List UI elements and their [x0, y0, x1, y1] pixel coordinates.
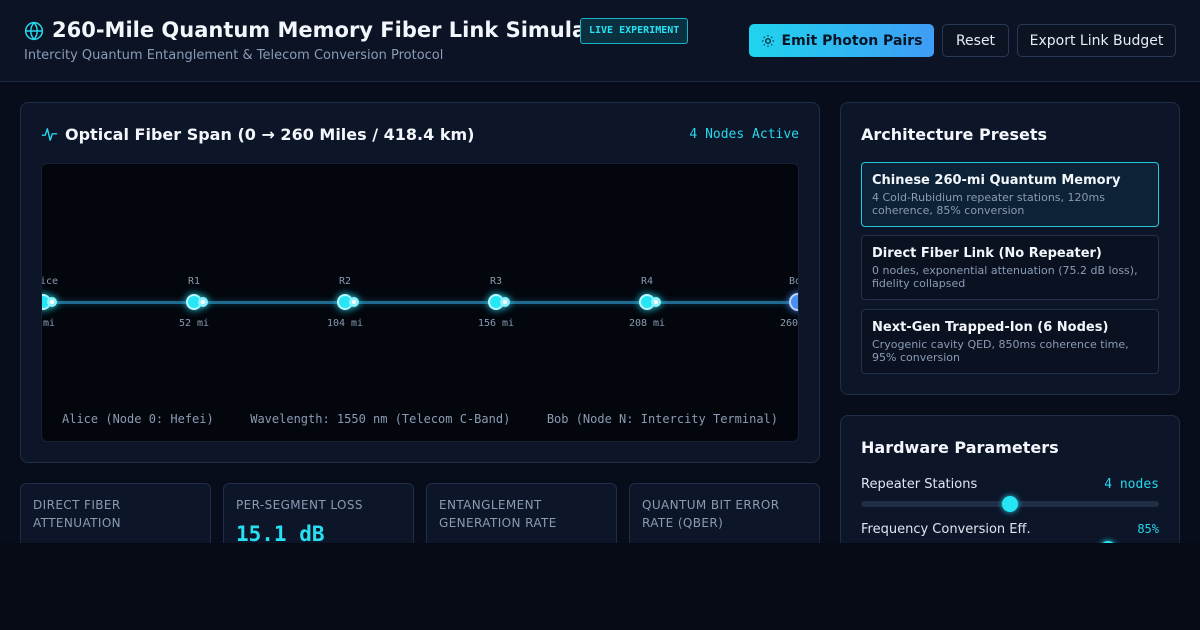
hardware-title: Hardware Parameters — [861, 438, 1059, 457]
page-subtitle: Intercity Quantum Entanglement & Telecom… — [24, 48, 444, 63]
stat-label: QUANTUM BIT ERROR RATE (QBER) — [642, 498, 780, 530]
preset-direct-fiber-link[interactable]: Direct Fiber Link (No Repeater) 0 nodes,… — [861, 235, 1159, 300]
fiber-span-title: Optical Fiber Span (0 → 260 Miles / 418.… — [65, 125, 475, 144]
app-viewport: 260-Mile Quantum Memory Fiber Link Simul… — [0, 0, 1200, 543]
stat-label: ENTANGLEMENT GENERATION RATE — [439, 498, 557, 530]
fiber-span-panel: Optical Fiber Span (0 → 260 Miles / 418.… — [20, 102, 820, 463]
photon-pulse — [198, 297, 208, 307]
param-label-repeater-stations: Repeater Stations — [861, 477, 978, 492]
node-label: Bob — [788, 276, 798, 287]
param-label-conversion-efficiency: Frequency Conversion Eff. — [861, 522, 1031, 537]
photon-pulse — [500, 297, 510, 307]
app-header: 260-Mile Quantum Memory Fiber Link Simul… — [0, 0, 1200, 82]
fiber-node-r3[interactable]: R3 156 mi — [456, 164, 536, 441]
page-title: 260-Mile Quantum Memory Fiber Link Simul… — [52, 18, 621, 42]
stat-card-entanglement-rate: ENTANGLEMENT GENERATION RATE — [426, 483, 617, 543]
photon-pulse — [47, 297, 57, 307]
photon-pulse — [349, 297, 359, 307]
preset-trapped-ion[interactable]: Next-Gen Trapped-Ion (6 Nodes) Cryogenic… — [861, 309, 1159, 374]
preset-description: Cryogenic cavity QED, 850ms coherence ti… — [872, 338, 1129, 364]
node-distance: 104 mi — [326, 318, 364, 329]
slider-thumb[interactable] — [1002, 496, 1018, 512]
fiber-node-r1[interactable]: R1 52 mi — [154, 164, 234, 441]
reset-button[interactable]: Reset — [942, 24, 1009, 57]
preset-description: 0 nodes, exponential attenuation (75.2 d… — [872, 264, 1138, 290]
stat-label: PER-SEGMENT LOSS — [236, 498, 363, 512]
param-value-repeater-stations: 4 nodes — [1104, 477, 1159, 492]
slider-thumb[interactable] — [1100, 541, 1117, 543]
stat-card-direct-attenuation: DIRECT FIBER ATTENUATION — [20, 483, 211, 543]
stat-card-qber: QUANTUM BIT ERROR RATE (QBER) — [629, 483, 820, 543]
preset-name: Chinese 260-mi Quantum Memory — [872, 173, 1121, 188]
node-label: R1 — [187, 276, 201, 287]
fiber-span-visualization: Alice (Node 0: Hefei) Wavelength: 1550 n… — [41, 163, 799, 442]
node-label: R4 — [640, 276, 654, 287]
param-value-conversion-efficiency: 85% — [1137, 522, 1159, 536]
stat-value: 15.1 dB — [236, 522, 325, 543]
hardware-parameters-panel: Hardware Parameters Repeater Stations 4 … — [840, 415, 1180, 543]
preset-chinese-quantum-memory[interactable]: Chinese 260-mi Quantum Memory 4 Cold-Rub… — [861, 162, 1159, 227]
fiber-node-r2[interactable]: R2 104 mi — [305, 164, 385, 441]
sun-icon — [761, 34, 774, 47]
preset-name: Direct Fiber Link (No Repeater) — [872, 246, 1102, 261]
fiber-node-bob[interactable]: Bob 260 mi — [758, 164, 798, 441]
activity-icon — [41, 128, 58, 141]
emit-photon-pairs-button[interactable]: Emit Photon Pairs — [749, 24, 934, 57]
node-label: Alice — [41, 276, 59, 287]
fiber-node-alice[interactable]: Alice 0 mi — [41, 164, 83, 441]
node-distance: 156 mi — [477, 318, 515, 329]
stat-card-per-segment-loss: PER-SEGMENT LOSS 15.1 dB — [223, 483, 414, 543]
node-label: R3 — [489, 276, 503, 287]
node-marker — [789, 293, 798, 311]
fiber-node-r4[interactable]: R4 208 mi — [607, 164, 687, 441]
globe-icon — [24, 21, 44, 41]
architecture-presets-panel: Architecture Presets Chinese 260-mi Quan… — [840, 102, 1180, 395]
node-distance: 208 mi — [628, 318, 666, 329]
nodes-active-status: 4 Nodes Active — [689, 127, 799, 142]
node-distance: 260 mi — [779, 318, 798, 329]
stat-label: DIRECT FIBER ATTENUATION — [33, 498, 122, 530]
emit-button-label: Emit Photon Pairs — [781, 32, 923, 49]
photon-pulse — [651, 297, 661, 307]
live-badge: LIVE EXPERIMENT — [580, 18, 689, 44]
node-distance: 0 mi — [42, 318, 56, 329]
node-label: R2 — [338, 276, 352, 287]
presets-title: Architecture Presets — [861, 125, 1047, 144]
repeater-stations-slider[interactable] — [861, 496, 1159, 512]
export-link-budget-button[interactable]: Export Link Budget — [1017, 24, 1176, 57]
preset-name: Next-Gen Trapped-Ion (6 Nodes) — [872, 320, 1109, 335]
node-distance: 52 mi — [178, 318, 210, 329]
preset-description: 4 Cold-Rubidium repeater stations, 120ms… — [872, 191, 1105, 217]
